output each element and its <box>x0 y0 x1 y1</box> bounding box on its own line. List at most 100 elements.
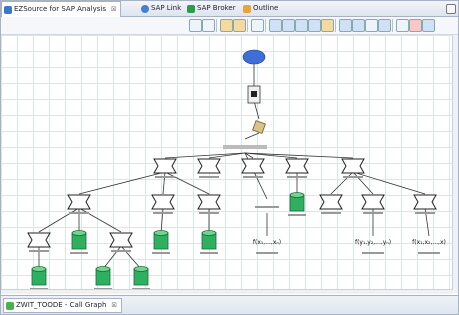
edge-line <box>253 100 260 120</box>
program-node-label[interactable] <box>243 176 263 178</box>
vertical-scrollbar[interactable] <box>452 35 458 293</box>
zoom-in-icon[interactable] <box>308 19 321 32</box>
program-node-label[interactable] <box>155 176 175 178</box>
edge-line <box>102 245 122 270</box>
edge-line <box>160 207 164 234</box>
collapse-icon[interactable] <box>202 19 215 32</box>
edge-line <box>78 207 122 233</box>
program-node[interactable] <box>341 158 365 174</box>
edge-line <box>164 171 210 195</box>
bottom-tab-bar: ZWIT_TOODE - Call Graph ☒ <box>1 295 458 314</box>
expand-icon[interactable] <box>189 19 202 32</box>
formula-node-label[interactable] <box>418 252 440 254</box>
horizontal-scrollbar[interactable] <box>1 289 453 294</box>
tab-outline[interactable]: Outline <box>243 2 278 15</box>
root-cloud-node[interactable] <box>242 49 266 65</box>
stop-icon[interactable] <box>409 19 422 32</box>
layout-icon[interactable] <box>220 19 233 32</box>
settings-gear-icon[interactable] <box>365 19 378 32</box>
program-node-label[interactable] <box>321 212 341 214</box>
object-node[interactable] <box>252 120 266 134</box>
call-graph-canvas[interactable]: f(x₁,...,xₙ) f(y₁,y₂,...,yₙ) f(x₁,x₂,...,x… <box>1 35 458 293</box>
edge-line <box>164 152 246 159</box>
database-node-label[interactable] <box>152 252 170 254</box>
edge-line <box>244 152 354 159</box>
close-tab-icon[interactable]: ☒ <box>111 3 116 16</box>
program-node[interactable] <box>197 158 221 174</box>
program-node-label[interactable] <box>343 176 363 178</box>
program-node[interactable] <box>197 194 221 210</box>
export-icon[interactable] <box>422 19 435 32</box>
call-graph-icon <box>6 301 14 310</box>
edge-line <box>38 207 80 233</box>
program-node-label[interactable] <box>69 212 89 214</box>
tab-label: ZWIT_TOODE - Call Graph <box>16 301 107 309</box>
program-node-label[interactable] <box>287 176 307 178</box>
ezsource-icon <box>4 5 12 14</box>
call-graph: f(x₁,...,xₙ) f(y₁,y₂,...,yₙ) f(x₁,x₂,...,x… <box>27 49 446 290</box>
formula-node[interactable]: f(x₁,x₂,...,x) <box>412 239 446 246</box>
database-node-top[interactable] <box>71 230 87 236</box>
program-node[interactable] <box>153 158 177 174</box>
tab-sap-broker[interactable]: SAP Broker <box>187 2 236 15</box>
highlight-icon[interactable] <box>321 19 334 32</box>
edge-line <box>162 171 166 195</box>
database-node-top[interactable] <box>201 230 217 236</box>
program-node-label[interactable] <box>29 250 49 252</box>
program-node[interactable] <box>27 232 51 248</box>
tab-sap-link[interactable]: SAP Link <box>141 2 181 15</box>
database-node-label[interactable] <box>70 252 88 254</box>
pan-hand-icon[interactable] <box>282 19 295 32</box>
edge-line <box>244 132 260 140</box>
toolbar-separator <box>247 19 248 32</box>
graph-toolbar <box>1 17 458 35</box>
placeholder-node[interactable] <box>255 206 279 208</box>
tab-ezsource-analysis[interactable]: EZSource for SAP Analysis ☒ <box>1 1 122 17</box>
database-node-label[interactable] <box>200 252 218 254</box>
program-node-label[interactable] <box>153 212 173 214</box>
program-node-label[interactable] <box>199 212 219 214</box>
edge-line <box>352 171 426 195</box>
close-tab-icon[interactable]: ☒ <box>111 299 116 312</box>
outline-icon <box>243 4 251 13</box>
select-pointer-icon[interactable] <box>269 19 282 32</box>
program-node[interactable] <box>109 232 133 248</box>
program-node[interactable] <box>319 194 343 210</box>
editor-window: EZSource for SAP Analysis ☒ SAP Link SAP… <box>0 0 459 315</box>
program-node[interactable] <box>67 194 91 210</box>
pointer-icon[interactable] <box>339 19 352 32</box>
fit-to-window-icon[interactable] <box>251 19 264 32</box>
edge-line <box>78 171 166 195</box>
database-node-top[interactable] <box>95 266 111 272</box>
zoom-icon[interactable] <box>295 19 308 32</box>
program-node-label[interactable] <box>111 250 131 252</box>
print-icon[interactable] <box>396 19 409 32</box>
program-node[interactable] <box>361 194 385 210</box>
program-node-label[interactable] <box>363 212 383 214</box>
minimize-view-icon[interactable] <box>446 4 456 14</box>
formula-node-label[interactable] <box>256 252 278 254</box>
tab-call-graph[interactable]: ZWIT_TOODE - Call Graph ☒ <box>3 298 122 313</box>
program-node[interactable] <box>151 194 175 210</box>
tab-label: SAP Link <box>151 4 182 12</box>
program-node-label[interactable] <box>199 176 219 178</box>
program-node-label[interactable] <box>415 212 435 214</box>
database-node-top[interactable] <box>31 266 47 272</box>
database-node-label[interactable] <box>288 214 306 216</box>
routine-node[interactable] <box>223 145 267 149</box>
tab-label: SAP Broker <box>197 4 236 12</box>
document-node-glyph[interactable] <box>251 91 257 97</box>
formula-node[interactable]: f(x₁,...,xₙ) <box>253 239 281 246</box>
program-node[interactable] <box>413 194 437 210</box>
program-node[interactable] <box>241 158 265 174</box>
formula-node-label[interactable] <box>362 252 384 254</box>
database-node-top[interactable] <box>289 192 305 198</box>
save-image-icon[interactable] <box>378 19 391 32</box>
connect-icon[interactable] <box>352 19 365 32</box>
database-node-top[interactable] <box>153 230 169 236</box>
edge-line <box>330 171 354 195</box>
program-node[interactable] <box>285 158 309 174</box>
database-node-top[interactable] <box>133 266 149 272</box>
formula-node[interactable]: f(y₁,y₂,...,yₙ) <box>355 239 391 246</box>
refresh-icon[interactable] <box>233 19 246 32</box>
